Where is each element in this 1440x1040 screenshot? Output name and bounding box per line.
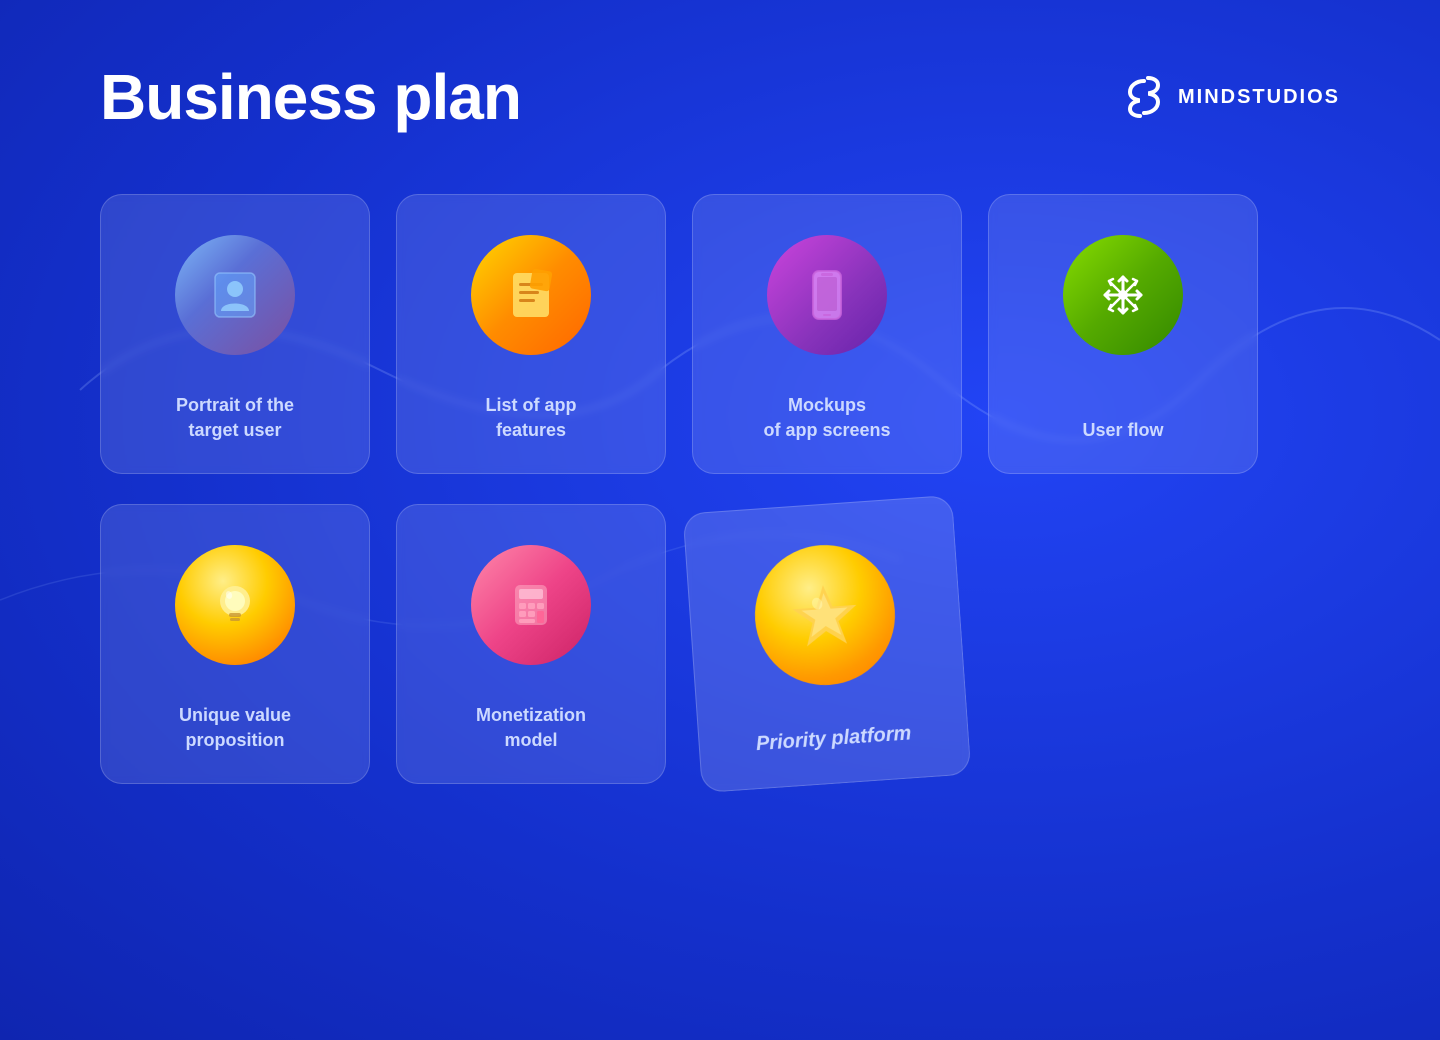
logo: MINDSTUDIOS xyxy=(1122,75,1340,119)
mockups-label: Mockupsof app screens xyxy=(763,393,890,443)
card-unique-value[interactable]: Unique valueproposition xyxy=(100,504,370,784)
unique-value-icon-circle xyxy=(175,545,295,665)
cards-row-2: Unique valueproposition xyxy=(100,504,1340,784)
priority-platform-label: Priority platform xyxy=(755,719,912,758)
portrait-icon-circle xyxy=(175,235,295,355)
card-list-features[interactable]: List of appfeatures xyxy=(396,194,666,474)
list-features-icon-circle xyxy=(471,235,591,355)
priority-svg-icon xyxy=(782,572,867,657)
logo-text: MINDSTUDIOS xyxy=(1178,86,1340,109)
cards-grid: Portrait of thetarget user List of appfe… xyxy=(0,134,1440,784)
mindstudios-logo-icon xyxy=(1122,75,1166,119)
unique-value-label: Unique valueproposition xyxy=(179,703,291,753)
portrait-label: Portrait of thetarget user xyxy=(176,393,294,443)
monetization-svg-icon xyxy=(501,575,561,635)
card-user-flow[interactable]: User flow xyxy=(988,194,1258,474)
unique-value-svg-icon xyxy=(205,575,265,635)
list-features-svg-icon xyxy=(501,265,561,325)
monetization-icon-circle xyxy=(471,545,591,665)
list-features-label: List of appfeatures xyxy=(486,393,577,443)
card-priority-platform[interactable]: Priority platform xyxy=(683,495,972,793)
card-monetization[interactable]: Monetizationmodel xyxy=(396,504,666,784)
cards-row-1: Portrait of thetarget user List of appfe… xyxy=(100,194,1340,474)
priority-icon-circle xyxy=(750,540,899,689)
monetization-label: Monetizationmodel xyxy=(476,703,586,753)
portrait-svg-icon xyxy=(205,265,265,325)
mockups-icon-circle xyxy=(767,235,887,355)
mockups-svg-icon xyxy=(797,265,857,325)
user-flow-svg-icon xyxy=(1093,265,1153,325)
page-title: Business plan xyxy=(100,60,521,134)
user-flow-label: User flow xyxy=(1082,418,1163,443)
user-flow-icon-circle xyxy=(1063,235,1183,355)
header: Business plan MINDSTUDIOS xyxy=(0,0,1440,134)
card-mockups[interactable]: Mockupsof app screens xyxy=(692,194,962,474)
card-portrait[interactable]: Portrait of thetarget user xyxy=(100,194,370,474)
